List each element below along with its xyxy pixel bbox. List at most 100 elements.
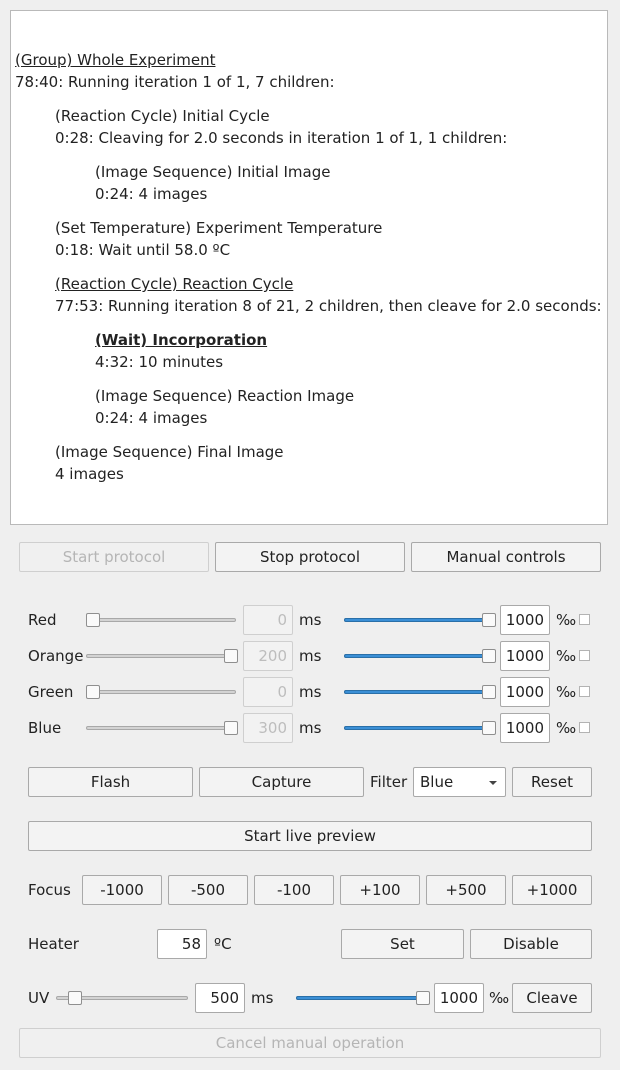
log-entry-final-image: (Image Sequence) Final Image 4 images bbox=[55, 441, 284, 485]
slider-handle[interactable] bbox=[482, 613, 496, 627]
orange-exposure-field[interactable]: 200 bbox=[243, 641, 293, 671]
capture-button[interactable]: Capture bbox=[199, 767, 364, 797]
uv-intensity-field[interactable]: 1000 bbox=[434, 983, 484, 1013]
flash-button[interactable]: Flash bbox=[28, 767, 193, 797]
orange-enable-checkbox[interactable] bbox=[579, 650, 590, 661]
uv-label: UV bbox=[28, 989, 50, 1007]
blue-enable-checkbox[interactable] bbox=[579, 722, 590, 733]
log-entry-title: (Image Sequence) Reaction Image bbox=[95, 387, 355, 405]
uv-exposure-slider[interactable] bbox=[56, 988, 188, 1008]
slider-fill bbox=[344, 690, 488, 694]
slider-fill bbox=[344, 726, 488, 730]
red-exposure-field[interactable]: 0 bbox=[243, 605, 293, 635]
start-live-preview-button[interactable]: Start live preview bbox=[28, 821, 592, 851]
channel-label-green: Green bbox=[28, 683, 74, 701]
slider-handle[interactable] bbox=[416, 991, 430, 1005]
ms-unit: ms bbox=[299, 647, 322, 665]
filter-select[interactable]: Blue bbox=[413, 767, 506, 797]
log-entry-title: (Image Sequence) Final Image bbox=[55, 443, 284, 461]
permille-unit: ‰ bbox=[489, 989, 510, 1007]
blue-exposure-field[interactable]: 300 bbox=[243, 713, 293, 743]
celsius-unit: ºC bbox=[214, 935, 232, 953]
blue-exposure-slider[interactable] bbox=[86, 718, 238, 738]
focus-plus-500-button[interactable]: +500 bbox=[426, 875, 506, 905]
heater-disable-button[interactable]: Disable bbox=[470, 929, 592, 959]
orange-intensity-field[interactable]: 1000 bbox=[500, 641, 550, 671]
slider-handle[interactable] bbox=[86, 685, 100, 699]
slider-handle[interactable] bbox=[68, 991, 82, 1005]
focus-plus-100-button[interactable]: +100 bbox=[340, 875, 420, 905]
slider-handle[interactable] bbox=[224, 649, 238, 663]
log-entry-title: (Set Temperature) Experiment Temperature bbox=[55, 219, 383, 237]
ms-unit: ms bbox=[299, 719, 322, 737]
log-entry-initial-cycle: (Reaction Cycle) Initial Cycle 0:28: Cle… bbox=[55, 105, 507, 149]
filter-select-value: Blue bbox=[420, 773, 454, 791]
uv-exposure-field[interactable]: 500 bbox=[195, 983, 245, 1013]
log-entry-experiment-temperature: (Set Temperature) Experiment Temperature… bbox=[55, 217, 382, 261]
reset-button[interactable]: Reset bbox=[512, 767, 592, 797]
red-intensity-field[interactable]: 1000 bbox=[500, 605, 550, 635]
blue-intensity-field[interactable]: 1000 bbox=[500, 713, 550, 743]
heater-set-button[interactable]: Set bbox=[341, 929, 464, 959]
log-entry-status: 0:28: Cleaving for 2.0 seconds in iterat… bbox=[55, 129, 508, 147]
log-entry-status: 0:24: 4 images bbox=[95, 185, 208, 203]
red-exposure-slider[interactable] bbox=[86, 610, 236, 630]
green-enable-checkbox[interactable] bbox=[579, 686, 590, 697]
channel-label-blue: Blue bbox=[28, 719, 62, 737]
blue-intensity-slider[interactable] bbox=[344, 718, 496, 738]
focus-minus-100-button[interactable]: -100 bbox=[254, 875, 334, 905]
log-entry-title: (Image Sequence) Initial Image bbox=[95, 163, 331, 181]
channel-label-red: Red bbox=[28, 611, 57, 629]
ms-unit: ms bbox=[299, 611, 322, 629]
manual-controls-button[interactable]: Manual controls bbox=[411, 542, 601, 572]
uv-intensity-slider[interactable] bbox=[296, 988, 430, 1008]
log-entry-title: (Group) Whole Experiment bbox=[15, 51, 216, 69]
green-intensity-field[interactable]: 1000 bbox=[500, 677, 550, 707]
log-entry-reaction-image: (Image Sequence) Reaction Image 0:24: 4 … bbox=[95, 385, 354, 429]
log-entry-whole-experiment: (Group) Whole Experiment 78:40: Running … bbox=[15, 49, 335, 93]
focus-minus-500-button[interactable]: -500 bbox=[168, 875, 248, 905]
cleave-button[interactable]: Cleave bbox=[512, 983, 592, 1013]
log-entry-status: 0:18: Wait until 58.0 ºC bbox=[55, 241, 231, 259]
focus-label: Focus bbox=[28, 881, 71, 899]
focus-minus-1000-button[interactable]: -1000 bbox=[82, 875, 162, 905]
focus-plus-1000-button[interactable]: +1000 bbox=[512, 875, 592, 905]
protocol-log: (Group) Whole Experiment 78:40: Running … bbox=[10, 10, 608, 525]
cancel-manual-operation-button[interactable]: Cancel manual operation bbox=[19, 1028, 601, 1058]
log-entry-initial-image: (Image Sequence) Initial Image 0:24: 4 i… bbox=[95, 161, 330, 205]
log-entry-status: 4 images bbox=[55, 465, 124, 483]
permille-unit: ‰ bbox=[556, 611, 577, 629]
log-entry-incorporation: (Wait) Incorporation 4:32: 10 minutes bbox=[95, 329, 267, 373]
permille-unit: ‰ bbox=[556, 647, 577, 665]
log-entry-title: (Reaction Cycle) Reaction Cycle bbox=[55, 275, 294, 293]
log-entry-status: 78:40: Running iteration 1 of 1, 7 child… bbox=[15, 73, 335, 91]
slider-fill bbox=[296, 996, 422, 1000]
green-intensity-slider[interactable] bbox=[344, 682, 496, 702]
permille-unit: ‰ bbox=[556, 719, 577, 737]
red-enable-checkbox[interactable] bbox=[579, 614, 590, 625]
permille-unit: ‰ bbox=[556, 683, 577, 701]
slider-handle[interactable] bbox=[224, 721, 238, 735]
green-exposure-field[interactable]: 0 bbox=[243, 677, 293, 707]
red-intensity-slider[interactable] bbox=[344, 610, 496, 630]
log-entry-title-active: (Wait) Incorporation bbox=[95, 331, 268, 349]
orange-exposure-slider[interactable] bbox=[86, 646, 238, 666]
slider-handle[interactable] bbox=[86, 613, 100, 627]
slider-handle[interactable] bbox=[482, 685, 496, 699]
filter-label: Filter bbox=[370, 773, 408, 791]
orange-intensity-slider[interactable] bbox=[344, 646, 496, 666]
heater-temperature-field[interactable]: 58 bbox=[157, 929, 207, 959]
start-protocol-button[interactable]: Start protocol bbox=[19, 542, 209, 572]
slider-fill bbox=[344, 618, 488, 622]
green-exposure-slider[interactable] bbox=[86, 682, 236, 702]
slider-handle[interactable] bbox=[482, 649, 496, 663]
ms-unit: ms bbox=[299, 683, 322, 701]
slider-fill bbox=[344, 654, 488, 658]
slider-groove bbox=[86, 654, 236, 658]
log-entry-status: 77:53: Running iteration 8 of 21, 2 chil… bbox=[55, 297, 602, 315]
slider-groove bbox=[86, 690, 236, 694]
slider-groove bbox=[86, 726, 236, 730]
slider-handle[interactable] bbox=[482, 721, 496, 735]
heater-label: Heater bbox=[28, 935, 79, 953]
stop-protocol-button[interactable]: Stop protocol bbox=[215, 542, 405, 572]
